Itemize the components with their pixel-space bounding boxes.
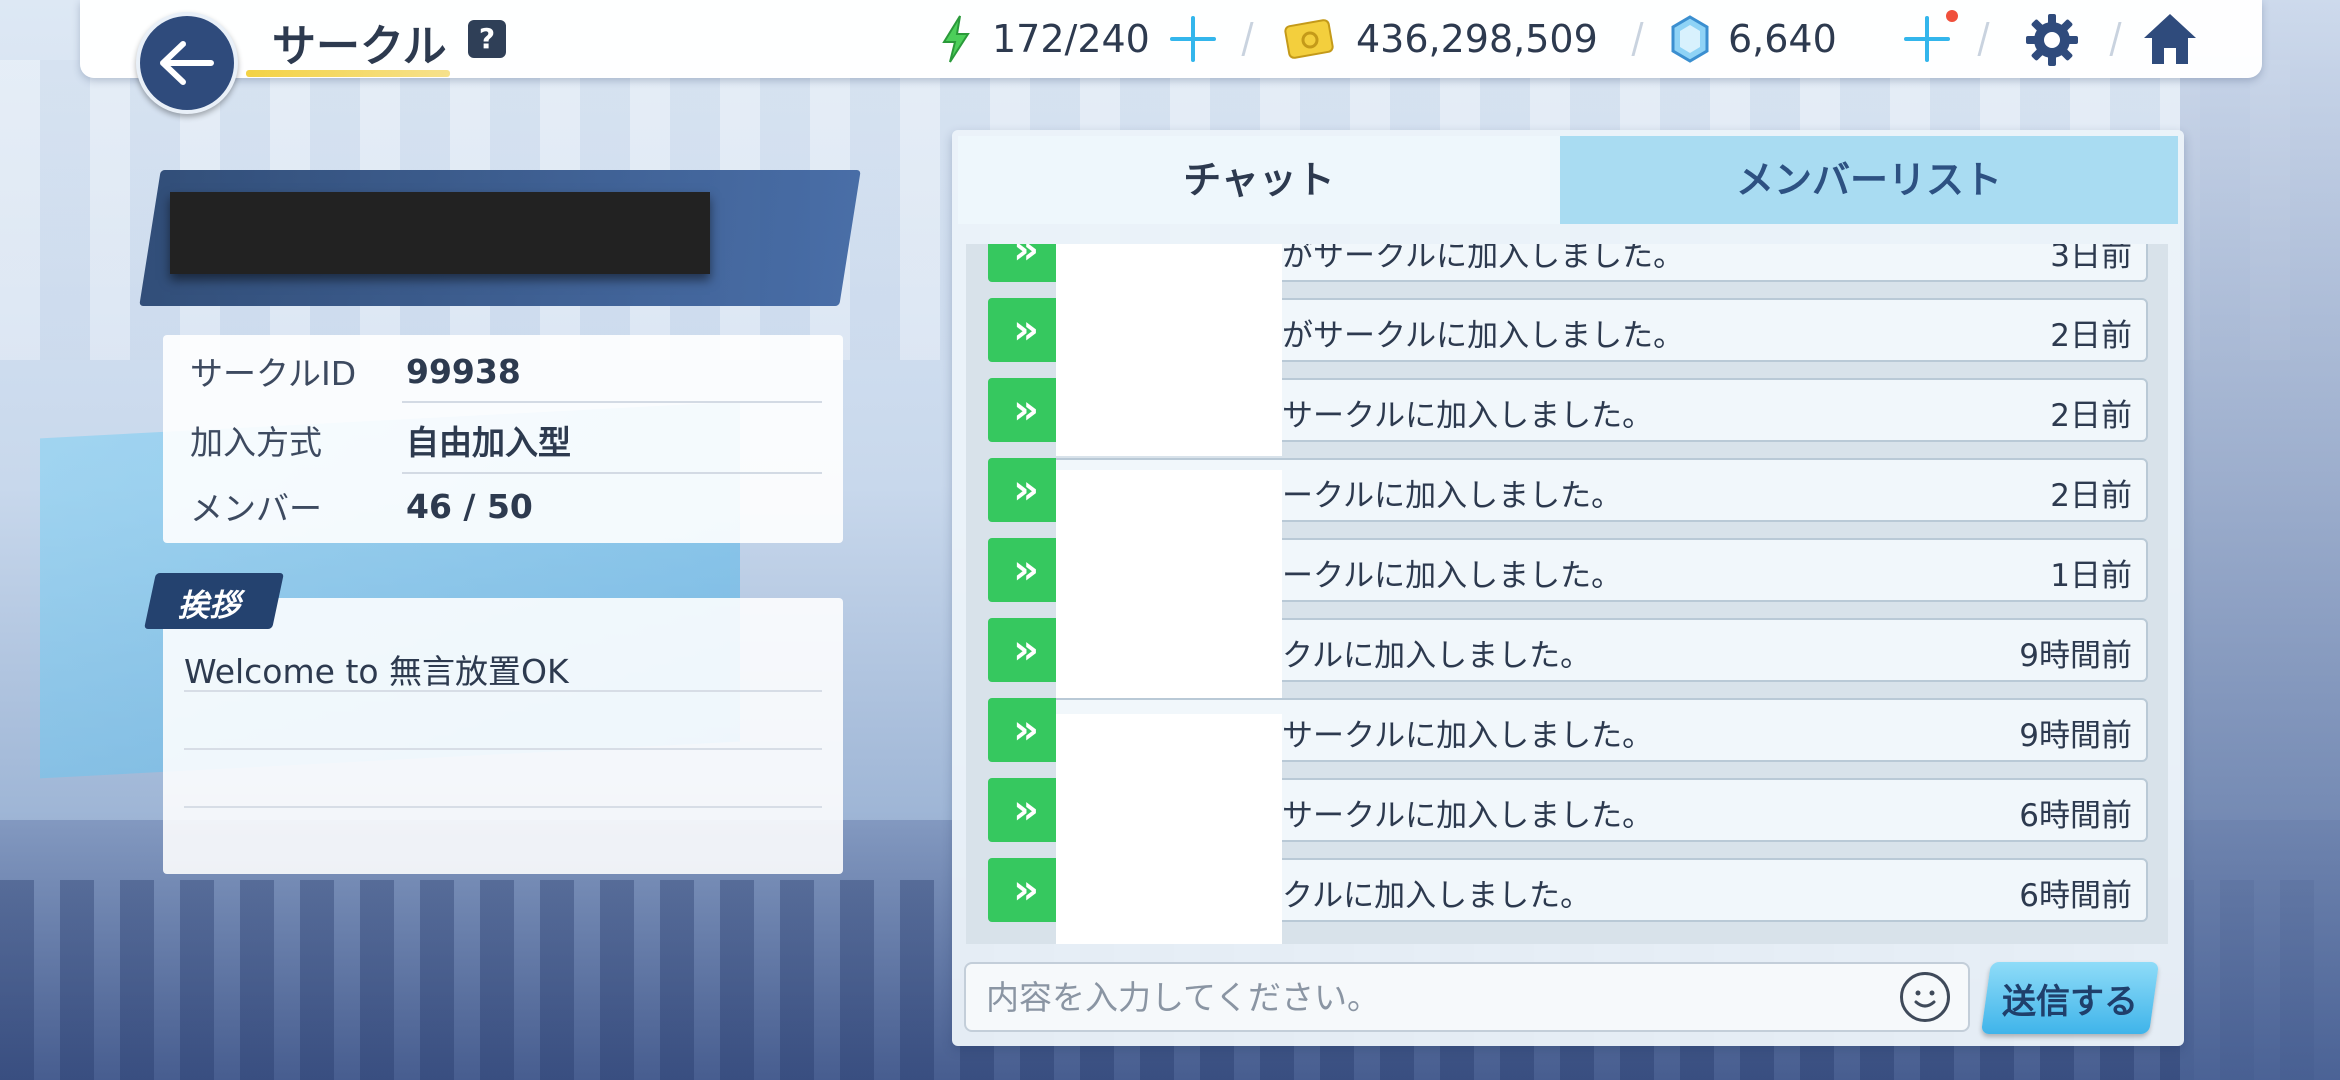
title-underline	[246, 70, 450, 77]
back-arrow-icon	[160, 41, 214, 85]
chat-message-time: 3日前	[2050, 244, 2132, 274]
circle-id-value: 99938	[406, 351, 521, 391]
help-button[interactable]: ?	[468, 20, 506, 58]
greeting-tab-label: 挨拶	[178, 588, 240, 624]
settings-button[interactable]	[2024, 12, 2080, 68]
chevron-double-right-icon: »	[988, 778, 1056, 842]
greeting-box	[163, 598, 843, 874]
divider	[184, 690, 822, 692]
chat-message-time: 1日前	[2050, 558, 2132, 594]
gear-icon	[2026, 14, 2078, 66]
divider	[402, 401, 822, 403]
tab-chat[interactable]: チャット	[958, 136, 1560, 224]
chevron-double-right-icon: »	[988, 378, 1056, 442]
chat-message-time: 6時間前	[2019, 798, 2132, 834]
home-button[interactable]	[2140, 10, 2200, 68]
members-row: メンバー 46 / 50	[190, 476, 822, 536]
gem-icon	[1671, 15, 1709, 63]
chevron-double-right-icon: »	[988, 298, 1056, 362]
emoji-button[interactable]	[1900, 972, 1950, 1022]
divider	[184, 748, 822, 750]
divider	[402, 472, 822, 474]
circle-id-label: サークルID	[190, 354, 357, 393]
home-icon	[2144, 14, 2196, 64]
redacted-name	[1056, 244, 1282, 456]
add-gems-button[interactable]	[1902, 14, 1952, 64]
stamina-counter: 172/240	[938, 14, 1150, 64]
chevron-double-right-icon: »	[988, 698, 1056, 762]
join-method-row: 加入方式 自由加入型	[190, 410, 822, 470]
divider	[184, 806, 822, 808]
chat-message-text: クルに加入しました。	[1282, 878, 1592, 914]
page-title: サークル	[272, 21, 447, 72]
join-method-label: 加入方式	[190, 423, 322, 462]
message-input-field[interactable]	[964, 962, 1970, 1032]
notification-dot	[1946, 10, 1958, 22]
greeting-text: Welcome to 無言放置OK	[184, 652, 569, 691]
chat-message-time: 2日前	[2050, 478, 2132, 514]
members-label: メンバー	[190, 489, 322, 528]
chat-message-text: ークルに加入しました。	[1282, 478, 1623, 514]
chat-message-text: サークルに加入しました。	[1282, 398, 1654, 434]
message-input[interactable]	[986, 972, 1846, 1022]
smiley-icon	[1914, 990, 1936, 1008]
chat-message-text: サークルに加入しました。	[1282, 718, 1654, 754]
chat-message-text: がサークルに加入しました。	[1282, 318, 1685, 354]
join-method-value: 自由加入型	[406, 423, 571, 462]
chat-message-text: がサークルに加入しました。	[1282, 244, 1685, 274]
circle-name-redacted	[170, 192, 710, 274]
gems-value: 6,640	[1728, 17, 1837, 61]
members-value: 46 / 50	[406, 486, 533, 526]
send-button-label: 送信する	[2002, 982, 2138, 1022]
stamina-value: 172/240	[992, 17, 1150, 61]
redacted-name	[1056, 714, 1282, 944]
lightning-icon	[942, 15, 970, 63]
chat-message-text: ークルに加入しました。	[1282, 558, 1623, 594]
credit-card-icon	[1284, 19, 1334, 59]
gems-counter: 6,640	[1670, 14, 1837, 64]
redacted-name	[1056, 470, 1282, 698]
chevron-double-right-icon: »	[988, 538, 1056, 602]
chat-message-time: 2日前	[2050, 318, 2132, 354]
add-stamina-button[interactable]	[1168, 14, 1218, 64]
credits-value: 436,298,509	[1356, 17, 1598, 61]
back-button[interactable]	[136, 12, 238, 114]
chat-message-list[interactable]: » がサークルに加入しました。 3日前 » がサークルに加入しました。 2日前 » サークルに…	[966, 244, 2168, 944]
chat-message-time: 2日前	[2050, 398, 2132, 434]
credits-counter: 436,298,509	[1284, 14, 1598, 64]
chat-message-time: 6時間前	[2019, 878, 2132, 914]
circle-id-row: サークルID 99938	[190, 341, 822, 401]
chevron-double-right-icon: »	[988, 618, 1056, 682]
chevron-double-right-icon: »	[988, 458, 1056, 522]
hall-wall	[2180, 0, 2340, 1080]
chevron-double-right-icon: »	[988, 244, 1056, 282]
chat-message-text: サークルに加入しました。	[1282, 798, 1654, 834]
chat-message-time: 9時間前	[2019, 718, 2132, 754]
chevron-double-right-icon: »	[988, 858, 1056, 922]
chat-message-time: 9時間前	[2019, 638, 2132, 674]
chat-message-text: クルに加入しました。	[1282, 638, 1592, 674]
tab-member-list[interactable]: メンバーリスト	[1560, 136, 2178, 224]
